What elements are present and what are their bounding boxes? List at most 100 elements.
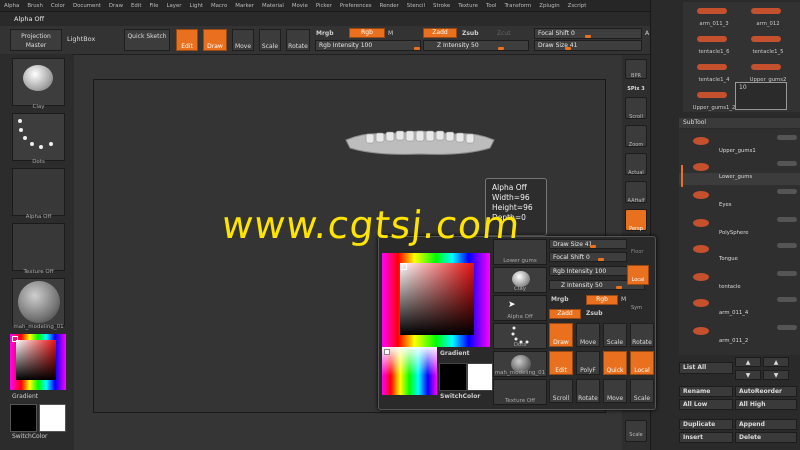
popup-zadd-button[interactable]: Zadd xyxy=(549,309,581,319)
subtool-item[interactable]: Eyes xyxy=(679,189,800,213)
subtool-visibility-toggle[interactable] xyxy=(777,325,797,330)
subtool-visibility-toggle[interactable] xyxy=(777,135,797,140)
lightbox-button[interactable]: LightBox xyxy=(67,35,95,43)
menu-item-file[interactable]: File xyxy=(145,3,162,9)
rgb-intensity-slider[interactable]: Rgb Intensity 100 xyxy=(315,40,421,51)
tool-item[interactable]: Upper_gums1_2 xyxy=(689,88,739,114)
material-thumbnail[interactable] xyxy=(12,278,65,326)
draw-button[interactable]: Draw xyxy=(203,29,227,51)
stroke-thumbnail[interactable] xyxy=(12,113,65,161)
mrgb-button[interactable]: Mrgb xyxy=(316,30,334,37)
tool-item[interactable]: arm_012 xyxy=(743,4,793,30)
subtool-item[interactable]: arm_011_2 xyxy=(679,325,800,349)
menu-item-zscript[interactable]: Zscript xyxy=(564,3,591,9)
scale-button[interactable]: Scale xyxy=(259,29,281,51)
menu-item-macro[interactable]: Macro xyxy=(207,3,231,9)
popup-scale-button[interactable]: Scale xyxy=(603,323,627,347)
popup-secondary-swatch[interactable] xyxy=(439,363,467,391)
list-all-button[interactable]: List All xyxy=(679,362,733,374)
rotate-button[interactable]: Rotate xyxy=(286,29,310,51)
move-top-button[interactable]: ▲ xyxy=(763,357,789,367)
popup-primary-swatch[interactable] xyxy=(467,363,493,391)
popup-local-button[interactable]: Local xyxy=(630,351,654,375)
subtool-visibility-toggle[interactable] xyxy=(777,297,797,302)
menu-item-marker[interactable]: Marker xyxy=(231,3,258,9)
menu-item-color[interactable]: Color xyxy=(47,3,69,9)
all-high-button[interactable]: All High xyxy=(735,399,797,410)
move-bottom-button[interactable]: ▼ xyxy=(763,370,789,380)
rename-button[interactable]: Rename xyxy=(679,386,733,397)
spix-slider[interactable]: SPix 3 xyxy=(622,86,650,92)
menu-item-render[interactable]: Render xyxy=(376,3,403,9)
menu-item-draw[interactable]: Draw xyxy=(105,3,127,9)
zadd-button[interactable]: Zadd xyxy=(423,28,457,38)
menu-item-movie[interactable]: Movie xyxy=(288,3,312,9)
alpha-thumbnail[interactable] xyxy=(12,168,65,216)
all-low-button[interactable]: All Low xyxy=(679,399,733,410)
menu-item-zplugin[interactable]: Zplugin xyxy=(535,3,563,9)
popup-rotate-button[interactable]: Rotate xyxy=(630,323,654,347)
z-intensity-slider[interactable]: Z Intensity 50 xyxy=(423,40,529,51)
tool-item[interactable]: tentacle1_6 xyxy=(689,32,739,58)
duplicate-button[interactable]: Duplicate xyxy=(679,419,733,430)
tool-item[interactable]: tentacle1_4 xyxy=(689,60,739,86)
focal-shift-slider[interactable]: Focal Shift 0 xyxy=(534,28,642,39)
popup-polyf-button[interactable]: PolyF xyxy=(576,351,600,375)
subtool-scroll-indicator[interactable] xyxy=(681,165,683,187)
popup-switch-color[interactable]: SwitchColor xyxy=(440,393,480,400)
subtool-visibility-toggle[interactable] xyxy=(777,161,797,166)
zsub-button[interactable]: Zsub xyxy=(462,30,479,37)
scale-shelf-button[interactable] xyxy=(625,420,647,442)
projection-master-button[interactable]: Projection Master xyxy=(10,29,62,51)
zcut-button[interactable]: Zcut xyxy=(497,30,511,37)
subtool-item[interactable]: Lower_gums xyxy=(679,161,800,185)
popup-local-top-button[interactable]: Local xyxy=(627,265,649,285)
menu-item-transform[interactable]: Transform xyxy=(500,3,535,9)
menu-item-document[interactable]: Document xyxy=(69,3,105,9)
popup-draw-button[interactable]: Draw xyxy=(549,323,573,347)
subtool-header[interactable]: SubTool xyxy=(679,118,800,128)
primary-color-swatch[interactable] xyxy=(39,404,66,432)
popup-rgb-button[interactable]: Rgb xyxy=(586,295,618,305)
popup-sym-label[interactable]: Sym xyxy=(631,305,642,311)
menu-item-alpha[interactable]: Alpha xyxy=(0,3,23,9)
delete-button[interactable]: Delete xyxy=(735,432,797,443)
menu-item-picker[interactable]: Picker xyxy=(312,3,336,9)
color-picker-square[interactable] xyxy=(16,340,56,380)
menu-item-tool[interactable]: Tool xyxy=(482,3,500,9)
auto-reorder-button[interactable]: AutoReorder xyxy=(735,386,797,397)
subtool-item[interactable]: Upper_gums1 xyxy=(679,135,800,159)
move-up-button[interactable]: ▲ xyxy=(735,357,761,367)
tool-item[interactable]: tentacle1_5 xyxy=(743,32,793,58)
draw-size-slider[interactable]: Draw Size 41 xyxy=(534,40,642,51)
popup-move2-button[interactable]: Move xyxy=(603,379,627,403)
popup-mrgb-button[interactable]: Mrgb xyxy=(551,296,569,303)
popup-scroll-button[interactable]: Scroll xyxy=(549,379,573,403)
menu-item-edit[interactable]: Edit xyxy=(127,3,145,9)
tool-count-box[interactable]: 10 xyxy=(735,82,787,110)
popup-m-button[interactable]: M xyxy=(621,296,626,303)
subtool-visibility-toggle[interactable] xyxy=(777,189,797,194)
popup-scale2-button[interactable]: Scale xyxy=(630,379,654,403)
append-button[interactable]: Append xyxy=(735,419,797,430)
popup-rotate2-button[interactable]: Rotate xyxy=(576,379,600,403)
popup-move-button[interactable]: Move xyxy=(576,323,600,347)
subtool-item[interactable]: tentacle xyxy=(679,271,800,295)
edit-button[interactable]: Edit xyxy=(176,29,198,51)
popup-color-square[interactable] xyxy=(400,263,474,335)
move-button[interactable]: Move xyxy=(232,29,254,51)
secondary-color-swatch[interactable] xyxy=(10,404,37,432)
switch-color-button[interactable]: SwitchColor xyxy=(12,433,48,440)
subtool-visibility-toggle[interactable] xyxy=(777,271,797,276)
quick-sketch-button[interactable]: Quick Sketch xyxy=(124,29,170,51)
subtool-visibility-toggle[interactable] xyxy=(777,243,797,248)
subtool-item[interactable]: PolySphere xyxy=(679,217,800,241)
menu-item-preferences[interactable]: Preferences xyxy=(336,3,376,9)
texture-thumbnail[interactable] xyxy=(12,223,65,271)
a-button[interactable]: A xyxy=(645,30,649,37)
menu-item-light[interactable]: Light xyxy=(186,3,207,9)
move-down-button[interactable]: ▼ xyxy=(735,370,761,380)
popup-draw-size-slider[interactable]: Draw Size 41 xyxy=(549,239,627,249)
popup-quick-button[interactable]: Quick xyxy=(603,351,627,375)
insert-button[interactable]: Insert xyxy=(679,432,733,443)
